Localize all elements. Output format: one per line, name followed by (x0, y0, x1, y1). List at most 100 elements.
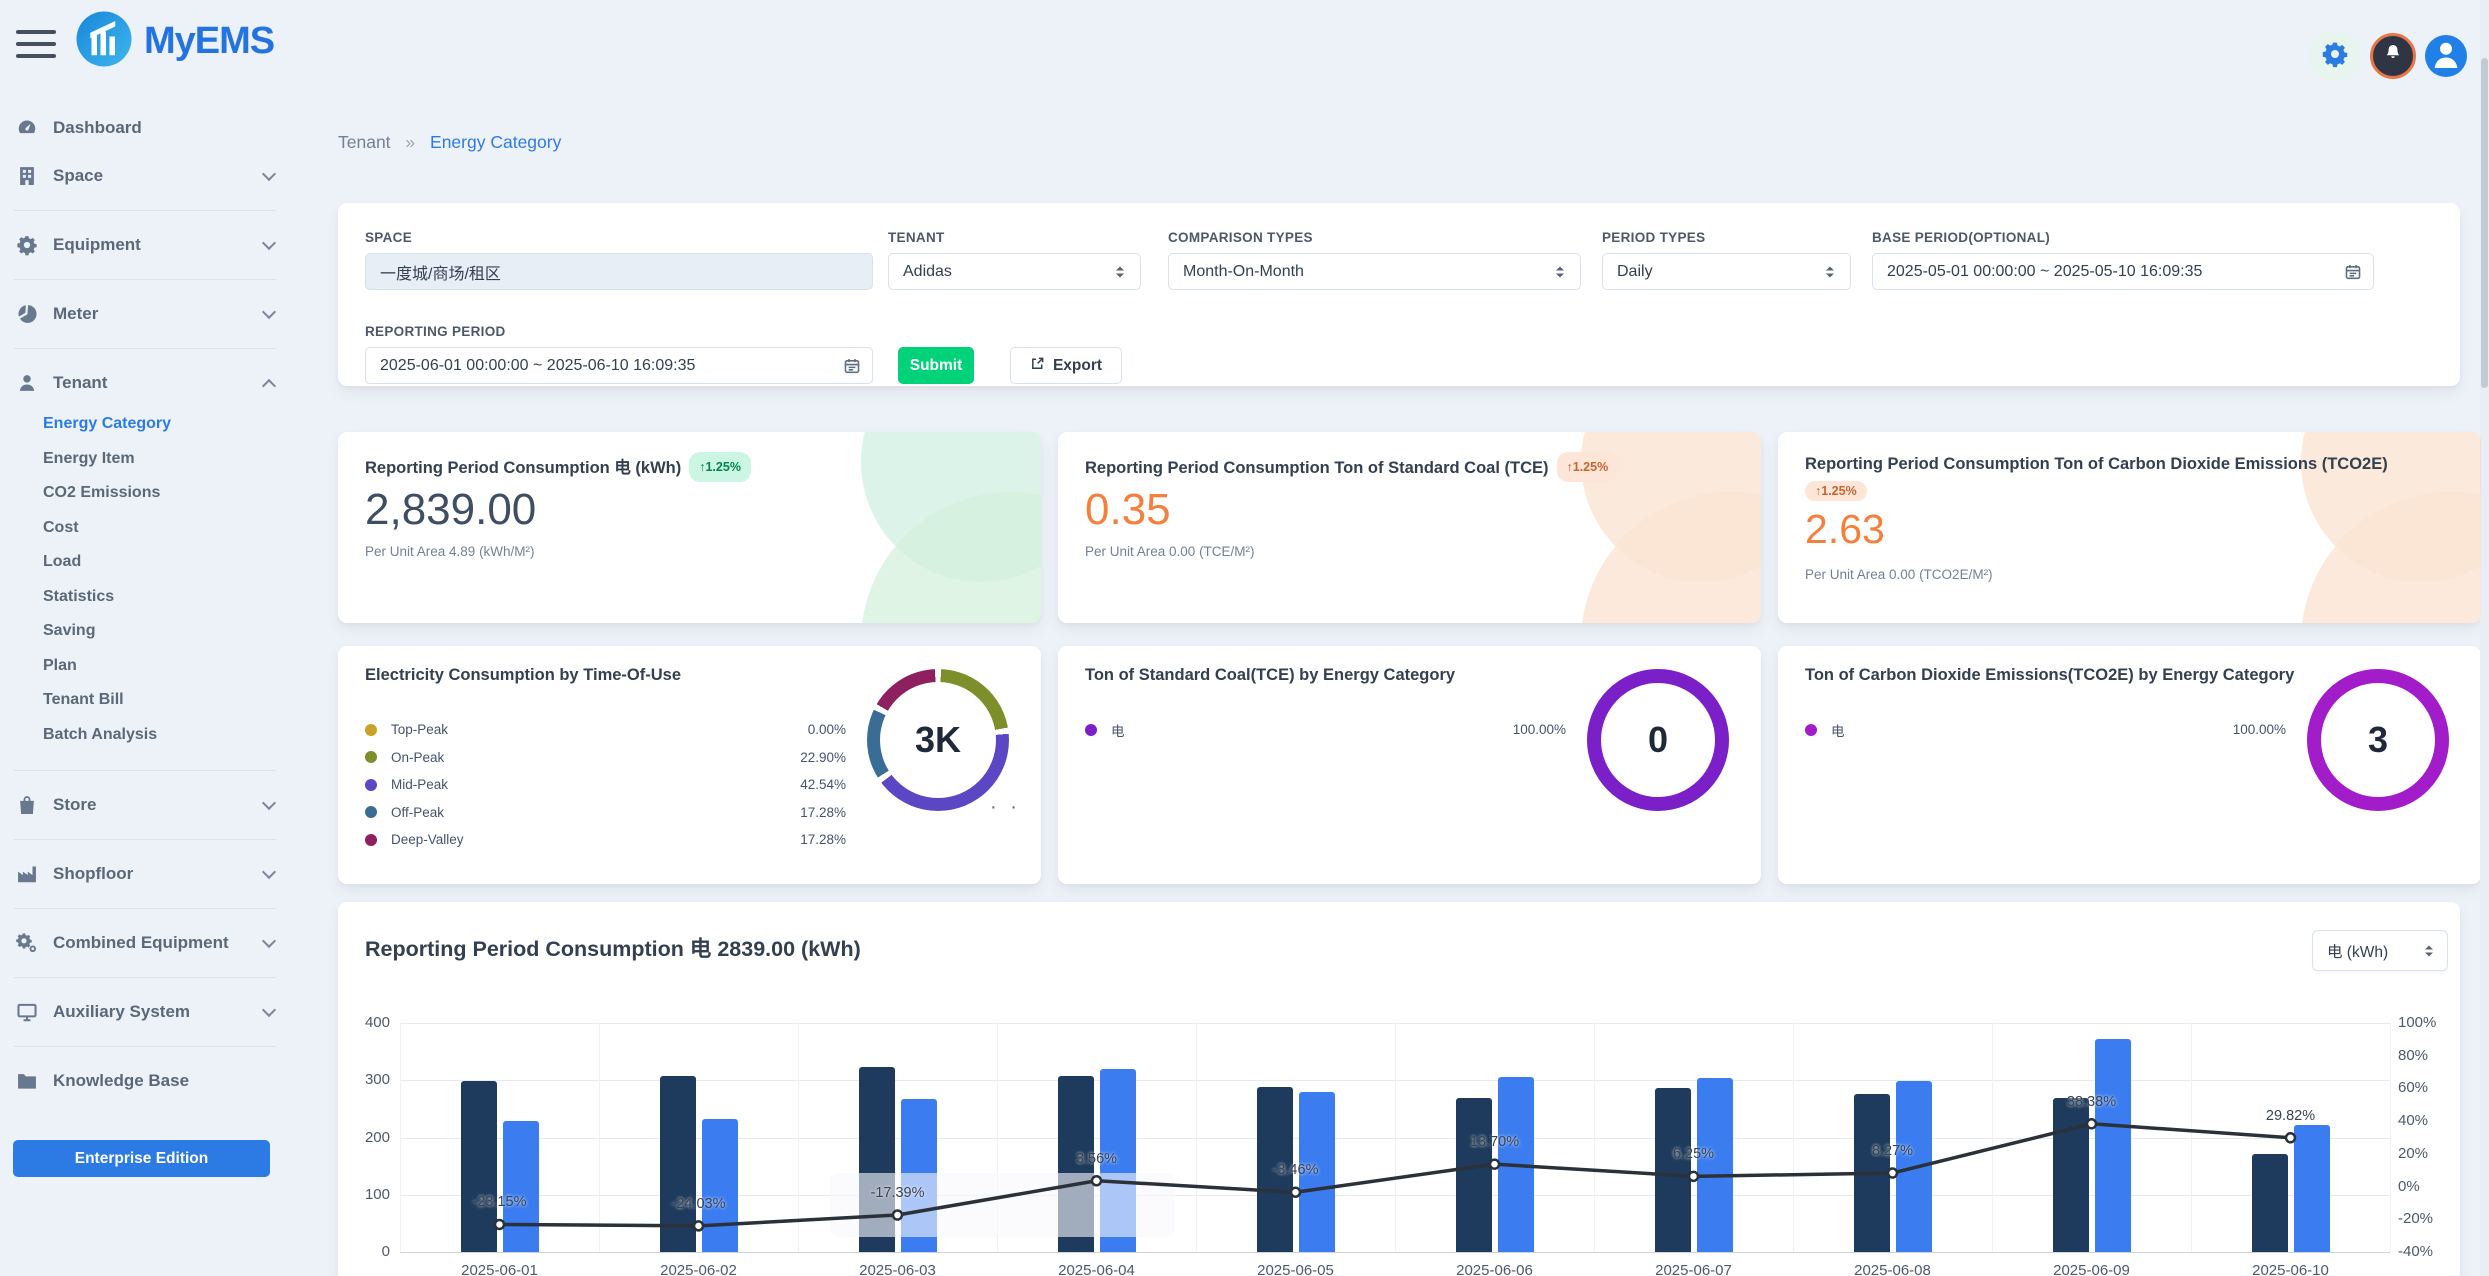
line-data-label: 38.38% (2037, 1094, 2147, 1110)
base-period-input[interactable]: 2025-05-01 00:00:00 ~ 2025-05-10 16:09:3… (1872, 253, 2374, 290)
sidebar-subitem-batch-analysis[interactable]: Batch Analysis (0, 718, 300, 753)
trend-line (400, 1023, 2390, 1252)
y-axis-left-tick: 300 (342, 1071, 390, 1088)
comparison-types-label: COMPARISON TYPES (1168, 230, 1313, 245)
tenant-label: TENANT (888, 230, 945, 245)
brand-name: MyEMS (144, 20, 274, 63)
chevron-down-icon (262, 167, 276, 181)
sidebar-item-label: Auxiliary System (53, 1002, 264, 1022)
notifications-button[interactable] (2370, 33, 2416, 79)
base-period-value: 2025-05-01 00:00:00 ~ 2025-05-10 16:09:3… (1887, 263, 2359, 281)
vertical-scrollbar-thumb[interactable] (2481, 58, 2488, 388)
kpi-subtext: Per Unit Area 0.00 (TCE/M²) (1085, 544, 1255, 559)
period-types-select[interactable]: Daily (1602, 253, 1851, 290)
calendar-icon[interactable] (2344, 263, 2362, 286)
consumption-chart-card: Reporting Period Consumption 电 2839.00 (… (338, 902, 2460, 1276)
breadcrumb-separator: » (405, 132, 415, 152)
sidebar-item-space[interactable]: Space (0, 152, 300, 200)
sidebar-item-shopfloor[interactable]: Shopfloor (0, 850, 300, 898)
sidebar-subitem-load[interactable]: Load (0, 545, 300, 580)
user-icon (2425, 33, 2467, 80)
sidebar-divider (14, 348, 276, 349)
period-types-label: PERIOD TYPES (1602, 230, 1705, 245)
y-axis-right-tick: 0% (2398, 1178, 2458, 1195)
sidebar-divider (14, 279, 276, 280)
y-axis-right-tick: 80% (2398, 1047, 2458, 1064)
sidebar-subitem-energy-item[interactable]: Energy Item (0, 442, 300, 477)
sidebar-item-auxiliary-system[interactable]: Auxiliary System (0, 988, 300, 1036)
sidebar-nav: DashboardSpaceEquipmentMeterTenantEnergy… (0, 104, 300, 1105)
kpi-card-tco2e: Reporting Period Consumption Ton of Carb… (1778, 432, 2481, 623)
legend-percentage: 42.54% (800, 777, 846, 792)
sidebar-subitem-energy-category[interactable]: Energy Category (0, 407, 300, 442)
submit-button[interactable]: Submit (898, 347, 974, 384)
bell-icon (2381, 42, 2405, 71)
tenant-select[interactable]: Adidas (888, 253, 1141, 290)
kpi-subtext: Per Unit Area 0.00 (TCO2E/M²) (1805, 567, 1993, 582)
sidebar-item-label: Dashboard (53, 118, 274, 138)
legend-label: Mid-Peak (391, 777, 800, 792)
sidebar-subitem-statistics[interactable]: Statistics (0, 580, 300, 615)
breadcrumb-parent[interactable]: Tenant (338, 132, 391, 152)
legend-item: Top-Peak0.00% (365, 716, 846, 744)
person-icon (16, 372, 38, 394)
sidebar-subitem-co2-emissions[interactable]: CO2 Emissions (0, 476, 300, 511)
legend-percentage: 0.00% (808, 722, 846, 737)
sidebar-subitem-plan[interactable]: Plan (0, 649, 300, 684)
monitor-icon (16, 1001, 38, 1023)
space-label: SPACE (365, 230, 412, 245)
legend-percentage: 22.90% (800, 750, 846, 765)
enterprise-edition-button[interactable]: Enterprise Edition (13, 1140, 270, 1177)
space-input[interactable] (365, 253, 873, 290)
line-data-label: -17.39% (843, 1185, 953, 1201)
sidebar-subitem-cost[interactable]: Cost (0, 511, 300, 546)
donut-card-time-of-use: Electricity Consumption by Time-Of-Use T… (338, 646, 1041, 884)
sidebar-divider (14, 977, 276, 978)
legend-dot-icon (365, 834, 377, 846)
sidebar-divider (14, 839, 276, 840)
legend-item: 电100.00% (1805, 716, 2286, 744)
sidebar-subitem-saving[interactable]: Saving (0, 614, 300, 649)
base-period-label: BASE PERIOD(OPTIONAL) (1872, 230, 2050, 245)
donut-center-value: 0 (1587, 669, 1729, 811)
export-icon (1030, 356, 1045, 376)
comparison-types-select[interactable]: Month-On-Month (1168, 253, 1581, 290)
settings-button[interactable] (2309, 30, 2361, 82)
x-axis-label: 2025-06-09 (2012, 1262, 2172, 1276)
sidebar-item-tenant[interactable]: Tenant (0, 359, 300, 407)
y-axis-right-tick: -20% (2398, 1210, 2458, 1227)
brand-logo[interactable]: MyEMS (74, 9, 274, 74)
sidebar-item-meter[interactable]: Meter (0, 290, 300, 338)
sidebar-item-combined-equipment[interactable]: Combined Equipment (0, 919, 300, 967)
sidebar-item-label: Space (53, 166, 264, 186)
sidebar-subitem-tenant-bill[interactable]: Tenant Bill (0, 683, 300, 718)
legend-percentage: 17.28% (800, 832, 846, 847)
breadcrumb-current[interactable]: Energy Category (430, 132, 561, 152)
reporting-period-input[interactable]: 2025-06-01 00:00:00 ~ 2025-06-10 16:09:3… (365, 347, 873, 384)
sidebar-item-knowledge-base[interactable]: Knowledge Base (0, 1057, 300, 1105)
folder-icon (16, 1070, 38, 1092)
export-button[interactable]: Export (1010, 347, 1122, 384)
sidebar-item-dashboard[interactable]: Dashboard (0, 104, 300, 152)
y-axis-right-tick: 100% (2398, 1014, 2458, 1031)
factory-icon (16, 863, 38, 885)
breadcrumb: Tenant » Energy Category (338, 132, 561, 153)
kpi-title: Reporting Period Consumption 电 (kWh) (365, 459, 681, 477)
legend-label: 电 (1831, 720, 2233, 740)
sidebar-item-label: Equipment (53, 235, 264, 255)
gears-icon (16, 932, 38, 954)
hamburger-menu-icon[interactable] (16, 30, 56, 60)
legend-percentage: 100.00% (1513, 722, 1566, 737)
sidebar-item-equipment[interactable]: Equipment (0, 221, 300, 269)
period-types-value: Daily (1617, 263, 1816, 281)
sidebar-item-label: Store (53, 795, 264, 815)
building-icon (16, 165, 38, 187)
donut-card-title: Electricity Consumption by Time-Of-Use (365, 666, 681, 685)
chevron-down-icon (262, 796, 276, 810)
chart-unit-select[interactable]: 电 (kWh) (2312, 930, 2448, 971)
gear-icon (2321, 40, 2349, 73)
legend-item: 电100.00% (1085, 716, 1566, 744)
sidebar-item-store[interactable]: Store (0, 781, 300, 829)
user-avatar[interactable] (2425, 35, 2467, 77)
calendar-icon[interactable] (843, 357, 861, 380)
